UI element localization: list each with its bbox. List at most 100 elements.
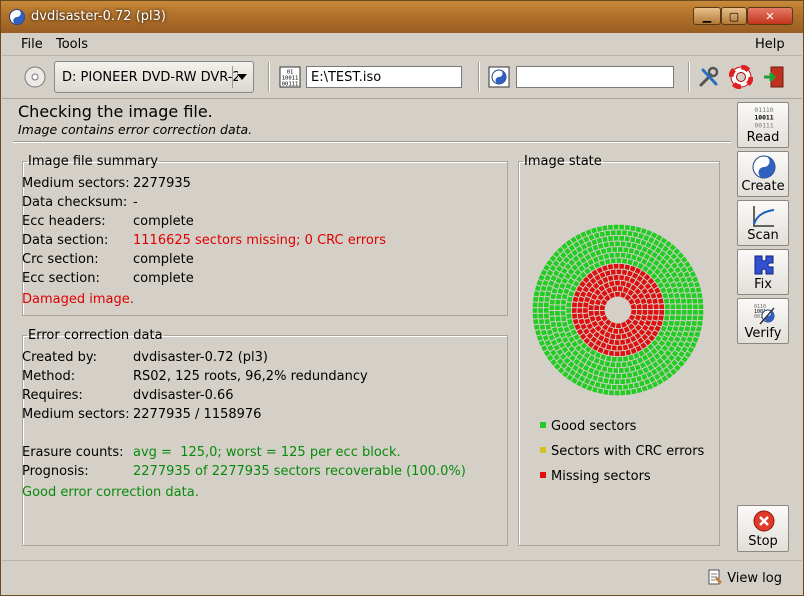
create-button[interactable]: Create (737, 151, 789, 197)
good-sector (566, 313, 572, 319)
good-sector (667, 258, 675, 265)
good-sector (674, 266, 681, 274)
good-sector (576, 246, 583, 253)
good-sector (570, 236, 577, 244)
image-file-input[interactable] (306, 66, 462, 88)
good-sector (576, 338, 584, 345)
missing-sector (591, 269, 599, 277)
good-sector (673, 276, 681, 283)
missing-sector (631, 293, 638, 300)
missing-sector (587, 341, 595, 348)
good-sector (688, 331, 695, 338)
good-sector (583, 236, 590, 243)
good-sector (568, 336, 575, 343)
summary-row: Ecc section: complete (22, 271, 194, 286)
good-sector (560, 299, 567, 305)
good-sector (634, 364, 641, 371)
good-sector (588, 367, 595, 374)
missing-sector (601, 290, 608, 297)
missing-sector (645, 329, 652, 337)
ecc-data-legend: Error correction data (28, 328, 163, 343)
missing-sector (576, 328, 584, 336)
good-sector (574, 372, 581, 380)
good-sector (543, 264, 550, 271)
menu-help[interactable]: Help (755, 37, 785, 52)
good-sector (642, 354, 649, 362)
missing-sector (572, 313, 578, 319)
scan-button[interactable]: Scan (737, 200, 789, 246)
good-sector (600, 354, 607, 361)
minimize-button[interactable]: ▁ (693, 7, 721, 25)
verify-check-icon: 0110 1001 0011 (754, 304, 775, 325)
good-sector (586, 241, 593, 248)
good-sector (545, 291, 551, 297)
good-sector (671, 262, 678, 269)
good-sector (582, 364, 590, 372)
missing-sector (633, 280, 641, 287)
stop-button[interactable]: Stop (737, 505, 789, 552)
title-bar[interactable]: dvdisaster-0.72 (pl3) ▁ ▢ ✕ (1, 1, 803, 33)
cd-icon (24, 66, 46, 88)
maximize-button[interactable]: ▢ (721, 7, 747, 25)
view-log-button[interactable]: View log (707, 569, 782, 586)
missing-sector (656, 320, 663, 327)
good-sector (684, 287, 690, 294)
missing-sector (599, 304, 606, 311)
good-sector (561, 267, 568, 275)
good-sector (561, 293, 568, 300)
drive-select[interactable]: D: PIONEER DVD-RW DVR-2 (54, 61, 254, 93)
quit-exit-icon[interactable] (762, 65, 786, 89)
good-sector (571, 377, 578, 384)
missing-sector (634, 332, 642, 340)
good-sector (697, 320, 703, 327)
good-sector (631, 242, 638, 249)
good-sector (668, 335, 675, 343)
close-button[interactable]: ✕ (747, 7, 793, 25)
lifebuoy-help-icon[interactable] (729, 65, 753, 89)
menu-file[interactable]: File (21, 37, 43, 52)
good-sector (572, 364, 579, 372)
good-sector (672, 287, 679, 294)
good-sector (565, 350, 572, 358)
good-sector (563, 288, 570, 295)
good-sector (695, 287, 702, 293)
good-sector (654, 277, 661, 284)
good-sector (636, 244, 643, 251)
good-sector (567, 296, 573, 303)
image-file-icon[interactable]: 01 10011 00111 (279, 66, 301, 88)
good-sector (539, 324, 546, 330)
summary-row: Crc section: complete (22, 252, 194, 267)
missing-sector (646, 315, 653, 321)
good-sector (580, 243, 588, 250)
good-sector (569, 369, 576, 377)
preferences-tools-icon[interactable] (697, 65, 721, 89)
good-sector (600, 383, 606, 389)
missing-sector (582, 276, 590, 284)
good-sector (596, 237, 603, 244)
good-sector (541, 345, 548, 352)
missing-sector (650, 292, 657, 299)
missing-sector (651, 282, 658, 289)
ecc-file-input[interactable] (516, 66, 674, 88)
fix-button[interactable]: Fix (737, 249, 789, 295)
good-sector (690, 341, 697, 348)
missing-sector (640, 298, 647, 305)
log-hand-icon (708, 569, 723, 585)
good-sector (586, 385, 593, 391)
menu-tools[interactable]: Tools (56, 37, 88, 52)
good-sector (682, 331, 689, 338)
good-sector (665, 340, 672, 348)
read-button[interactable]: 01110 10011 00111 Read (737, 102, 789, 148)
good-sector (640, 239, 647, 246)
verify-button[interactable]: 0110 1001 0011 Verify (737, 298, 789, 344)
missing-sector (625, 349, 632, 356)
good-sector (533, 296, 539, 302)
good-sector (594, 352, 601, 359)
good-sector (681, 356, 689, 363)
chevron-down-icon (237, 74, 247, 80)
good-sector (560, 353, 567, 360)
missing-sector (635, 345, 642, 352)
good-sector (593, 369, 600, 376)
ecc-file-icon[interactable] (488, 66, 510, 88)
missing-sector (641, 288, 648, 295)
